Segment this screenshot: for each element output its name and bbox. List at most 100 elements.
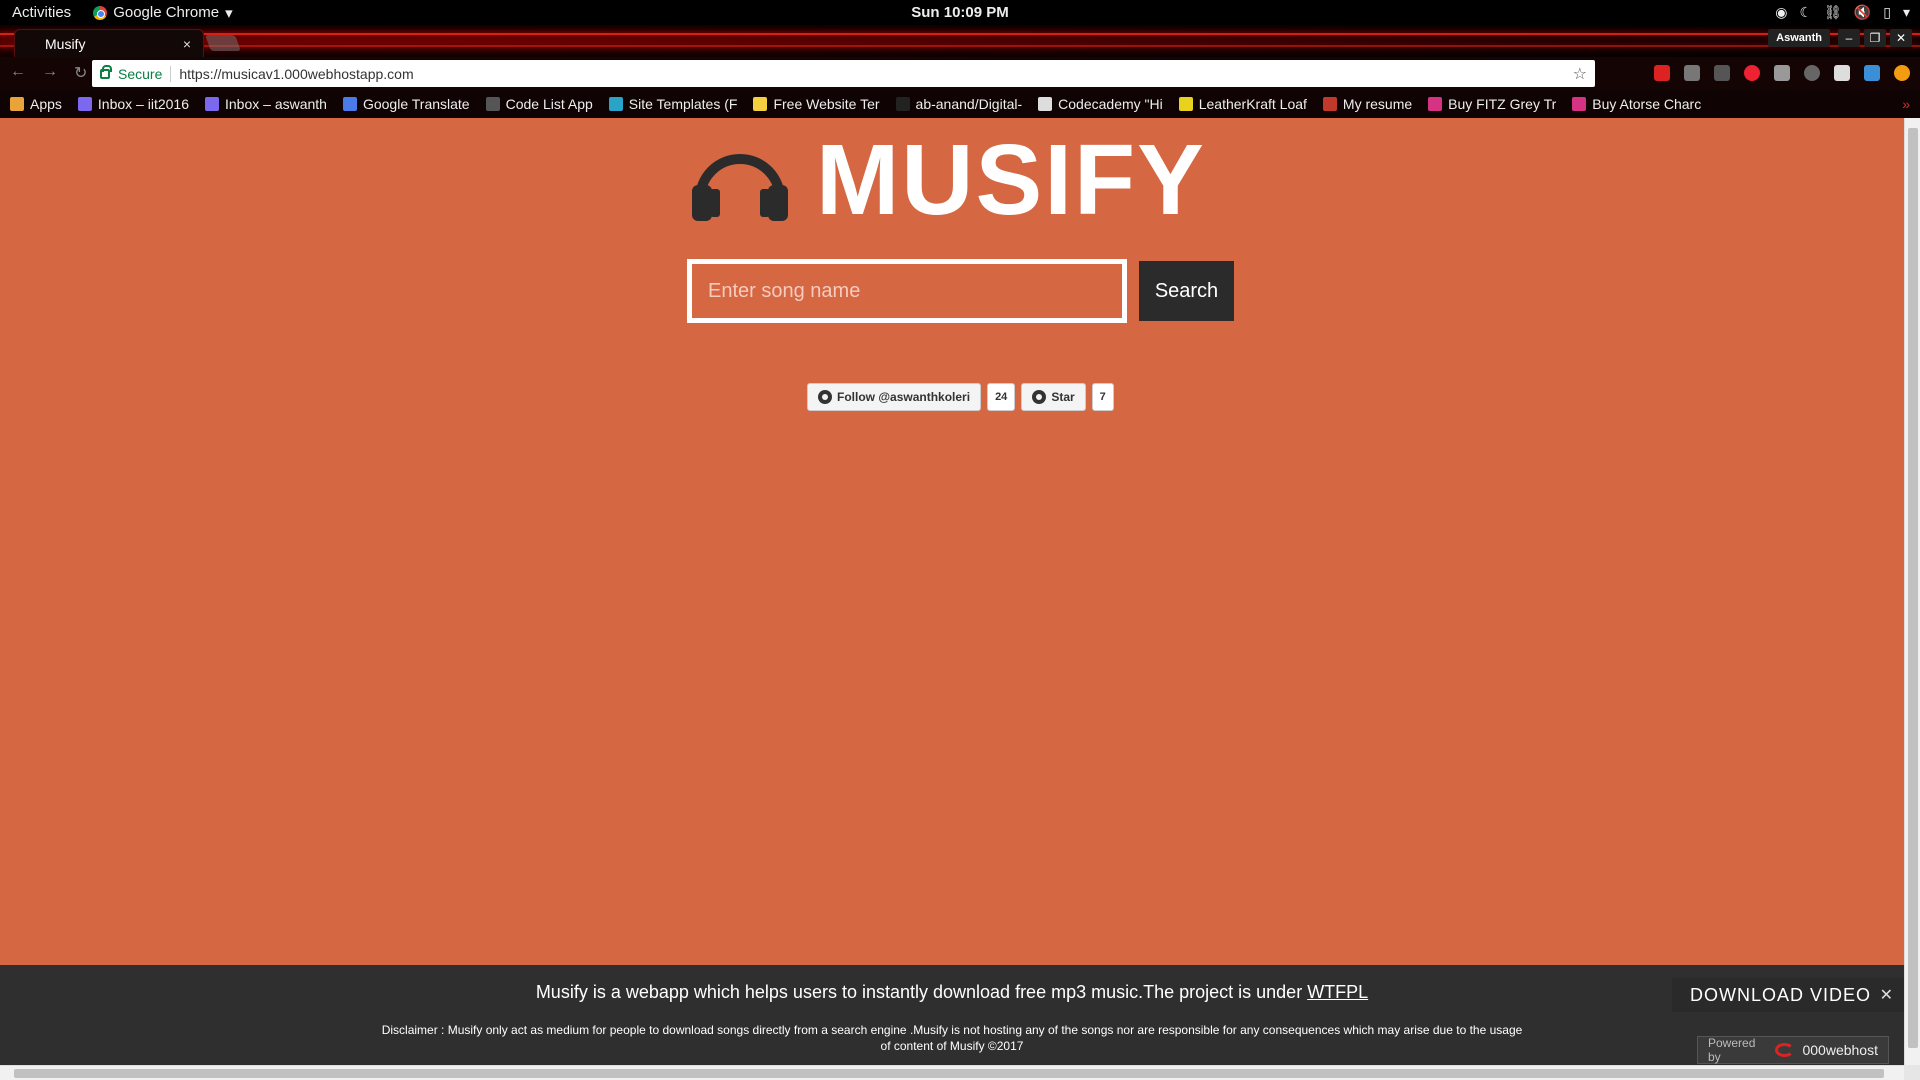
bookmark-item[interactable]: ab-anand/Digital-	[895, 96, 1023, 112]
bookmark-item[interactable]: Code List App	[485, 96, 593, 112]
profile-button[interactable]: Aswanth	[1768, 29, 1830, 47]
download-video-label[interactable]: DOWNLOAD VIDEO	[1690, 985, 1871, 1006]
divider	[170, 65, 172, 82]
brand-title: MUSIFY	[816, 124, 1206, 236]
address-bar[interactable]: Secure https://musicav1.000webhostapp.co…	[92, 60, 1595, 87]
download-video-banner[interactable]: DOWNLOAD VIDEO ✕	[1672, 978, 1904, 1012]
code-icon	[485, 97, 500, 111]
bookmark-label: ab-anand/Digital-	[915, 96, 1023, 112]
bookmark-item[interactable]: Google Translate	[342, 96, 470, 112]
page-body	[0, 118, 1904, 965]
bookmark-item[interactable]: LeatherKraft Loaf	[1178, 96, 1307, 112]
bookmark-label: Google Translate	[362, 96, 470, 112]
lock-icon[interactable]	[100, 64, 112, 79]
extension-icon[interactable]	[1864, 65, 1880, 81]
extension-icon[interactable]	[1714, 65, 1730, 81]
system-clock[interactable]: Sun 10:09 PM	[911, 4, 1009, 21]
network-icon[interactable]: ⛓	[1824, 4, 1842, 21]
github-star-button[interactable]: Star	[1021, 383, 1086, 411]
new-tab-button[interactable]	[205, 35, 241, 51]
chevron-down-icon[interactable]: ▾	[1903, 4, 1910, 21]
github-follow-button[interactable]: Follow @aswanthkoleri	[807, 383, 982, 411]
bookmark-item[interactable]: Buy FITZ Grey Tr	[1428, 96, 1556, 112]
tab-close-icon[interactable]: ×	[183, 36, 191, 52]
extension-icon[interactable]	[1834, 65, 1850, 81]
chevron-down-icon: ▾	[225, 4, 233, 22]
secure-label[interactable]: Secure	[118, 66, 162, 82]
disclaimer-text: Disclaimer : Musify only act as medium f…	[381, 1023, 1523, 1053]
bookmark-item[interactable]: My resume	[1322, 96, 1413, 112]
scrollbar-thumb[interactable]	[1908, 128, 1918, 1048]
song-search-input[interactable]	[687, 259, 1127, 323]
vertical-scrollbar[interactable]	[1904, 118, 1920, 1065]
horizontal-scrollbar[interactable]	[0, 1065, 1904, 1080]
bookmark-item[interactable]: Inbox – iit2016	[77, 96, 189, 112]
page-footer: Musify is a webapp which helps users to …	[0, 965, 1904, 1065]
scrollbar-corner	[1904, 1065, 1920, 1080]
star-count[interactable]: 7	[1091, 383, 1114, 411]
extension-icon[interactable]	[1684, 65, 1700, 81]
scrollbar-thumb[interactable]	[14, 1069, 1884, 1078]
system-tray[interactable]: ◉ ☾ ⛓ 🔇 ▯ ▾	[1775, 4, 1910, 21]
tab-musify[interactable]: Musify ×	[14, 29, 204, 57]
github-icon	[895, 97, 910, 111]
app-menu[interactable]: Google Chrome ▾	[83, 4, 233, 22]
extension-icons	[1654, 65, 1910, 81]
browser-toolbar: ← → ↻ Secure https://musicav1.000webhost…	[0, 57, 1920, 90]
app-menu-label: Google Chrome	[113, 4, 220, 21]
close-icon[interactable]: ✕	[1890, 29, 1912, 47]
bookmark-item[interactable]: Buy Atorse Charc	[1572, 96, 1701, 112]
webhost-logo-icon	[1775, 1043, 1795, 1057]
bookmark-item[interactable]: Site Templates (F	[608, 96, 737, 112]
url-text[interactable]: https://musicav1.000webhostapp.com	[179, 66, 413, 82]
activities-button[interactable]: Activities	[0, 4, 83, 21]
extension-icon[interactable]	[1744, 65, 1760, 81]
host-brand: 000webhost	[1802, 1042, 1878, 1058]
translate-icon	[342, 97, 357, 111]
follow-label: Follow @aswanthkoleri	[837, 390, 971, 404]
reload-icon[interactable]: ↻	[74, 63, 87, 83]
powered-by-badge[interactable]: Powered by 000webhost	[1697, 1036, 1889, 1064]
bookmark-label: Apps	[30, 96, 62, 112]
extension-icon[interactable]	[1654, 65, 1670, 81]
minimize-icon[interactable]: –	[1838, 29, 1860, 47]
bookmark-label: Code List App	[505, 96, 593, 112]
license-link[interactable]: WTFPL	[1307, 982, 1368, 1002]
battery-icon[interactable]: ▯	[1883, 4, 1891, 21]
bookmark-item[interactable]: Apps	[10, 96, 62, 112]
bookmark-label: Inbox – aswanth	[225, 96, 327, 112]
github-buttons: Follow @aswanthkoleri 24 Star 7	[807, 383, 1114, 411]
night-light-icon[interactable]: ☾	[1799, 4, 1812, 21]
extension-icon[interactable]	[1894, 65, 1910, 81]
bookmark-item[interactable]: Free Website Ter	[753, 96, 880, 112]
document-icon	[1322, 97, 1337, 111]
close-icon[interactable]: ✕	[1880, 985, 1894, 1005]
search-button[interactable]: Search	[1139, 261, 1234, 321]
follower-count[interactable]: 24	[987, 383, 1016, 411]
bookmark-label: Buy Atorse Charc	[1592, 96, 1702, 112]
github-icon	[1032, 390, 1047, 404]
volume-icon[interactable]: 🔇	[1854, 4, 1871, 21]
flame-decoration	[0, 45, 1920, 47]
star-label: Star	[1051, 390, 1075, 404]
powered-by-label: Powered by	[1708, 1036, 1756, 1064]
bookmark-item[interactable]: Inbox – aswanth	[205, 96, 327, 112]
record-icon[interactable]: ◉	[1775, 4, 1787, 21]
bookmark-star-icon[interactable]: ☆	[1573, 64, 1587, 84]
codecademy-icon	[1038, 97, 1053, 111]
myntra-icon	[1428, 97, 1443, 111]
system-top-bar: Activities Google Chrome ▾ Sun 10:09 PM …	[0, 0, 1920, 25]
back-icon[interactable]: ←	[10, 63, 26, 83]
bookmark-label: My resume	[1342, 96, 1413, 112]
bookmark-item[interactable]: Codecademy "Hi	[1038, 96, 1163, 112]
bookmark-label: Codecademy "Hi	[1058, 96, 1163, 112]
bookmark-label: Buy FITZ Grey Tr	[1448, 96, 1557, 112]
extension-icon[interactable]	[1804, 65, 1820, 81]
bookmarks-overflow-icon[interactable]: »	[1902, 96, 1910, 112]
extension-icon[interactable]	[1774, 65, 1790, 81]
tab-strip: Musify × Aswanth – ❐ ✕	[0, 25, 1920, 57]
forward-icon[interactable]: →	[42, 63, 58, 83]
bookmark-label: LeatherKraft Loaf	[1198, 96, 1307, 112]
restore-icon[interactable]: ❐	[1864, 29, 1886, 47]
myntra-icon	[1572, 97, 1587, 111]
